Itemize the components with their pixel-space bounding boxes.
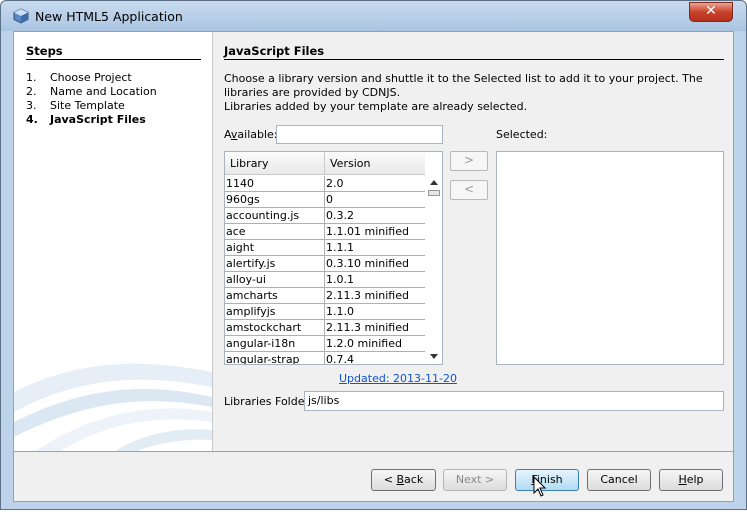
title-bar[interactable]: New HTML5 Application ✕ — [1, 1, 746, 31]
table-row[interactable]: alertify.js 0.3.10 minified — [225, 256, 425, 272]
column-header-version[interactable]: Version — [330, 157, 370, 170]
wizard-decoration-graphic — [14, 363, 212, 451]
scroll-thumb[interactable] — [428, 190, 440, 196]
title-divider — [224, 59, 724, 60]
steps-title: Steps — [26, 44, 63, 58]
selected-libraries-list[interactable] — [496, 151, 724, 365]
step-label: Site Template — [50, 99, 125, 112]
scroll-down-icon[interactable] — [430, 354, 438, 359]
libraries-folder-input[interactable]: js/libs — [304, 391, 724, 411]
table-row[interactable]: ace 1.1.01 minified — [225, 224, 425, 240]
add-to-selected-button[interactable]: > — [450, 151, 488, 171]
libraries-folder-label: Libraries Folder: — [224, 395, 313, 408]
available-filter-input[interactable] — [276, 125, 443, 144]
selected-label: Selected: — [496, 128, 548, 141]
step-name-and-location: 2. Name and Location — [26, 85, 157, 98]
column-header-library[interactable]: Library — [230, 157, 268, 170]
close-button[interactable]: ✕ — [689, 2, 733, 22]
available-libraries-table[interactable]: Library Version 1140 2.0 960gs 0 accountin… — [224, 151, 443, 365]
table-row[interactable]: angular-i18n 1.2.0 minified — [225, 336, 425, 352]
step-label: JavaScript Files — [50, 113, 146, 126]
step-number: 1. — [26, 71, 37, 84]
netbeans-cube-icon — [13, 8, 29, 24]
next-button[interactable]: Next > — [443, 469, 507, 491]
dialog-content: Steps 1. Choose Project 2. Name and Locati… — [13, 31, 734, 502]
table-row[interactable]: amstockchart 2.11.3 minified — [225, 320, 425, 336]
steps-panel: Steps 1. Choose Project 2. Name and Locati… — [14, 32, 213, 451]
step-label: Name and Location — [50, 85, 157, 98]
table-row[interactable]: amplifyjs 1.1.0 — [225, 304, 425, 320]
step-javascript-files: 4. JavaScript Files — [26, 113, 146, 126]
table-header: Library Version — [225, 152, 425, 175]
steps-divider — [26, 59, 201, 60]
table-row[interactable]: alloy-ui 1.0.1 — [225, 272, 425, 288]
table-row[interactable]: 960gs 0 — [225, 192, 425, 208]
table-row[interactable]: accounting.js 0.3.2 — [225, 208, 425, 224]
step-site-template: 3. Site Template — [26, 99, 125, 112]
available-label: Available: — [224, 128, 278, 141]
table-vertical-scrollbar[interactable] — [426, 176, 442, 364]
remove-from-selected-button[interactable]: < — [450, 180, 488, 200]
table-row[interactable]: amcharts 2.11.3 minified — [225, 288, 425, 304]
step-number: 4. — [26, 113, 38, 126]
help-button[interactable]: Help — [659, 469, 723, 491]
description: Choose a library version and shuttle it … — [224, 72, 724, 114]
page-title: JavaScript Files — [224, 44, 325, 58]
table-row[interactable]: aight 1.1.1 — [225, 240, 425, 256]
dialog-window: New HTML5 Application ✕ Steps 1. Choose P… — [0, 0, 747, 510]
table-row[interactable]: 1140 2.0 — [225, 176, 425, 192]
description-line-1: Choose a library version and shuttle it … — [224, 72, 703, 99]
description-line-2: Libraries added by your template are alr… — [224, 100, 528, 113]
finish-button[interactable]: Finish — [515, 469, 579, 491]
button-bar-separator — [14, 451, 733, 452]
table-row[interactable]: angular-strap 0.7.4 — [225, 352, 425, 364]
back-button[interactable]: < Back — [371, 469, 436, 491]
mouse-pointer-icon — [533, 476, 547, 497]
close-icon: ✕ — [705, 3, 717, 19]
updated-link[interactable]: Updated: 2013-11-20 — [339, 372, 457, 385]
step-number: 3. — [26, 99, 37, 112]
window-title: New HTML5 Application — [35, 9, 183, 24]
scroll-up-icon[interactable] — [430, 180, 438, 185]
table-body: 1140 2.0 960gs 0 accounting.js 0.3.2 ace 1.1… — [225, 176, 425, 364]
cancel-button[interactable]: Cancel — [587, 469, 651, 491]
step-choose-project: 1. Choose Project — [26, 71, 132, 84]
step-label: Choose Project — [50, 71, 132, 84]
step-number: 2. — [26, 85, 37, 98]
